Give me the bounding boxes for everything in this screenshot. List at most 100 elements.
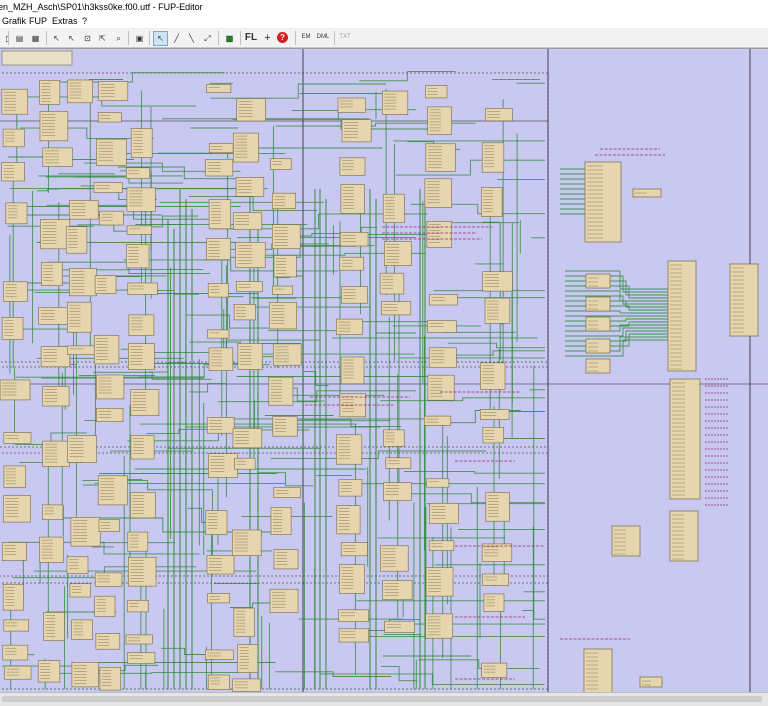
function-block[interactable] (70, 584, 91, 597)
function-block[interactable] (341, 185, 365, 214)
function-block[interactable] (207, 417, 234, 433)
function-block[interactable] (640, 677, 662, 687)
function-block[interactable] (237, 282, 263, 292)
function-block[interactable] (485, 298, 510, 323)
function-block[interactable] (425, 179, 452, 208)
function-block[interactable] (66, 227, 87, 254)
resize-icon[interactable]: ⤢ (200, 31, 215, 46)
fl-button[interactable]: FL (244, 31, 258, 44)
function-block[interactable] (4, 620, 29, 631)
function-block[interactable] (430, 295, 458, 305)
function-block[interactable] (95, 573, 122, 586)
function-block[interactable] (341, 287, 367, 304)
function-block[interactable] (206, 159, 233, 176)
function-block[interactable] (5, 666, 31, 679)
function-block[interactable] (68, 346, 97, 355)
function-block[interactable] (482, 663, 507, 678)
function-block[interactable] (208, 675, 229, 690)
function-block[interactable] (482, 143, 504, 172)
function-block[interactable] (43, 505, 63, 520)
function-block[interactable] (483, 427, 504, 443)
function-block[interactable] (271, 507, 291, 534)
function-block[interactable] (234, 304, 255, 320)
function-block[interactable] (340, 565, 365, 594)
function-block[interactable] (340, 257, 364, 270)
document-icon[interactable]: ▤ (12, 31, 27, 46)
function-block[interactable] (209, 200, 231, 229)
zoom-out-icon[interactable]: ↖ (64, 31, 79, 46)
function-block[interactable] (232, 530, 261, 556)
header-block[interactable] (2, 51, 72, 65)
function-block[interactable] (207, 85, 231, 93)
function-block[interactable] (427, 479, 449, 487)
function-block[interactable] (39, 307, 68, 324)
function-block[interactable] (3, 645, 28, 660)
line-icon[interactable]: ╱ (169, 31, 184, 46)
function-block[interactable] (384, 430, 405, 447)
function-block[interactable] (274, 487, 301, 497)
function-block[interactable] (339, 629, 369, 642)
function-block[interactable] (340, 232, 368, 246)
grid-icon[interactable]: ▩ (222, 31, 237, 46)
function-block[interactable] (269, 302, 296, 329)
menu-help[interactable]: ? (80, 14, 89, 28)
function-block[interactable] (71, 517, 100, 546)
function-block[interactable] (380, 546, 408, 571)
function-block[interactable] (96, 634, 120, 650)
function-block[interactable] (273, 286, 293, 294)
function-block[interactable] (208, 594, 230, 603)
function-block[interactable] (233, 133, 258, 162)
function-block[interactable] (127, 188, 155, 211)
function-block-diagram[interactable] (0, 49, 768, 693)
search-icon[interactable]: ⌕ (111, 31, 126, 46)
function-block[interactable] (385, 621, 415, 632)
zoom-fit-icon[interactable]: ⊡ (80, 31, 95, 46)
function-block[interactable] (209, 348, 233, 371)
zoom-in-icon[interactable]: ↖ (49, 31, 64, 46)
function-block[interactable] (236, 242, 266, 267)
function-block[interactable] (336, 435, 361, 464)
function-block[interactable] (94, 183, 122, 193)
function-block[interactable] (128, 344, 154, 370)
frame-icon[interactable]: ▣ (132, 31, 147, 46)
function-block[interactable] (2, 317, 23, 339)
function-block[interactable] (339, 479, 362, 496)
function-block[interactable] (40, 537, 64, 562)
function-block[interactable] (40, 111, 68, 140)
function-block[interactable] (342, 120, 371, 142)
cross-icon[interactable]: + (260, 31, 275, 46)
help-icon[interactable]: ? (277, 32, 288, 43)
function-block[interactable] (234, 213, 262, 230)
function-block[interactable] (205, 650, 233, 659)
function-block[interactable] (237, 99, 266, 122)
function-block[interactable] (100, 667, 121, 690)
function-block[interactable] (428, 107, 452, 135)
function-block[interactable] (584, 649, 612, 693)
function-block[interactable] (42, 262, 63, 285)
select-arrow-icon[interactable]: ↖ (153, 31, 168, 46)
function-block[interactable] (40, 220, 69, 249)
function-block[interactable] (68, 436, 97, 463)
function-block[interactable] (424, 416, 451, 425)
function-block[interactable] (126, 168, 149, 179)
function-block[interactable] (235, 458, 256, 469)
function-block[interactable] (612, 526, 640, 556)
function-block[interactable] (97, 408, 124, 421)
function-block[interactable] (127, 226, 152, 234)
function-block[interactable] (130, 492, 155, 518)
function-block[interactable] (429, 541, 454, 551)
fup-canvas[interactable] (0, 48, 768, 693)
function-block[interactable] (128, 557, 156, 586)
function-block[interactable] (341, 542, 367, 555)
menu-grafik[interactable]: Grafik (0, 14, 28, 28)
horizontal-scrollbar[interactable] (0, 692, 768, 706)
scrollbar-thumb[interactable] (2, 696, 762, 702)
function-block[interactable] (127, 653, 154, 664)
document-edit-icon[interactable]: ▦ (28, 31, 43, 46)
function-block[interactable] (98, 113, 121, 122)
function-block[interactable] (131, 390, 159, 416)
function-block[interactable] (208, 284, 228, 298)
function-block[interactable] (386, 458, 411, 469)
em-button[interactable]: EM (298, 31, 314, 44)
function-block[interactable] (4, 496, 31, 522)
